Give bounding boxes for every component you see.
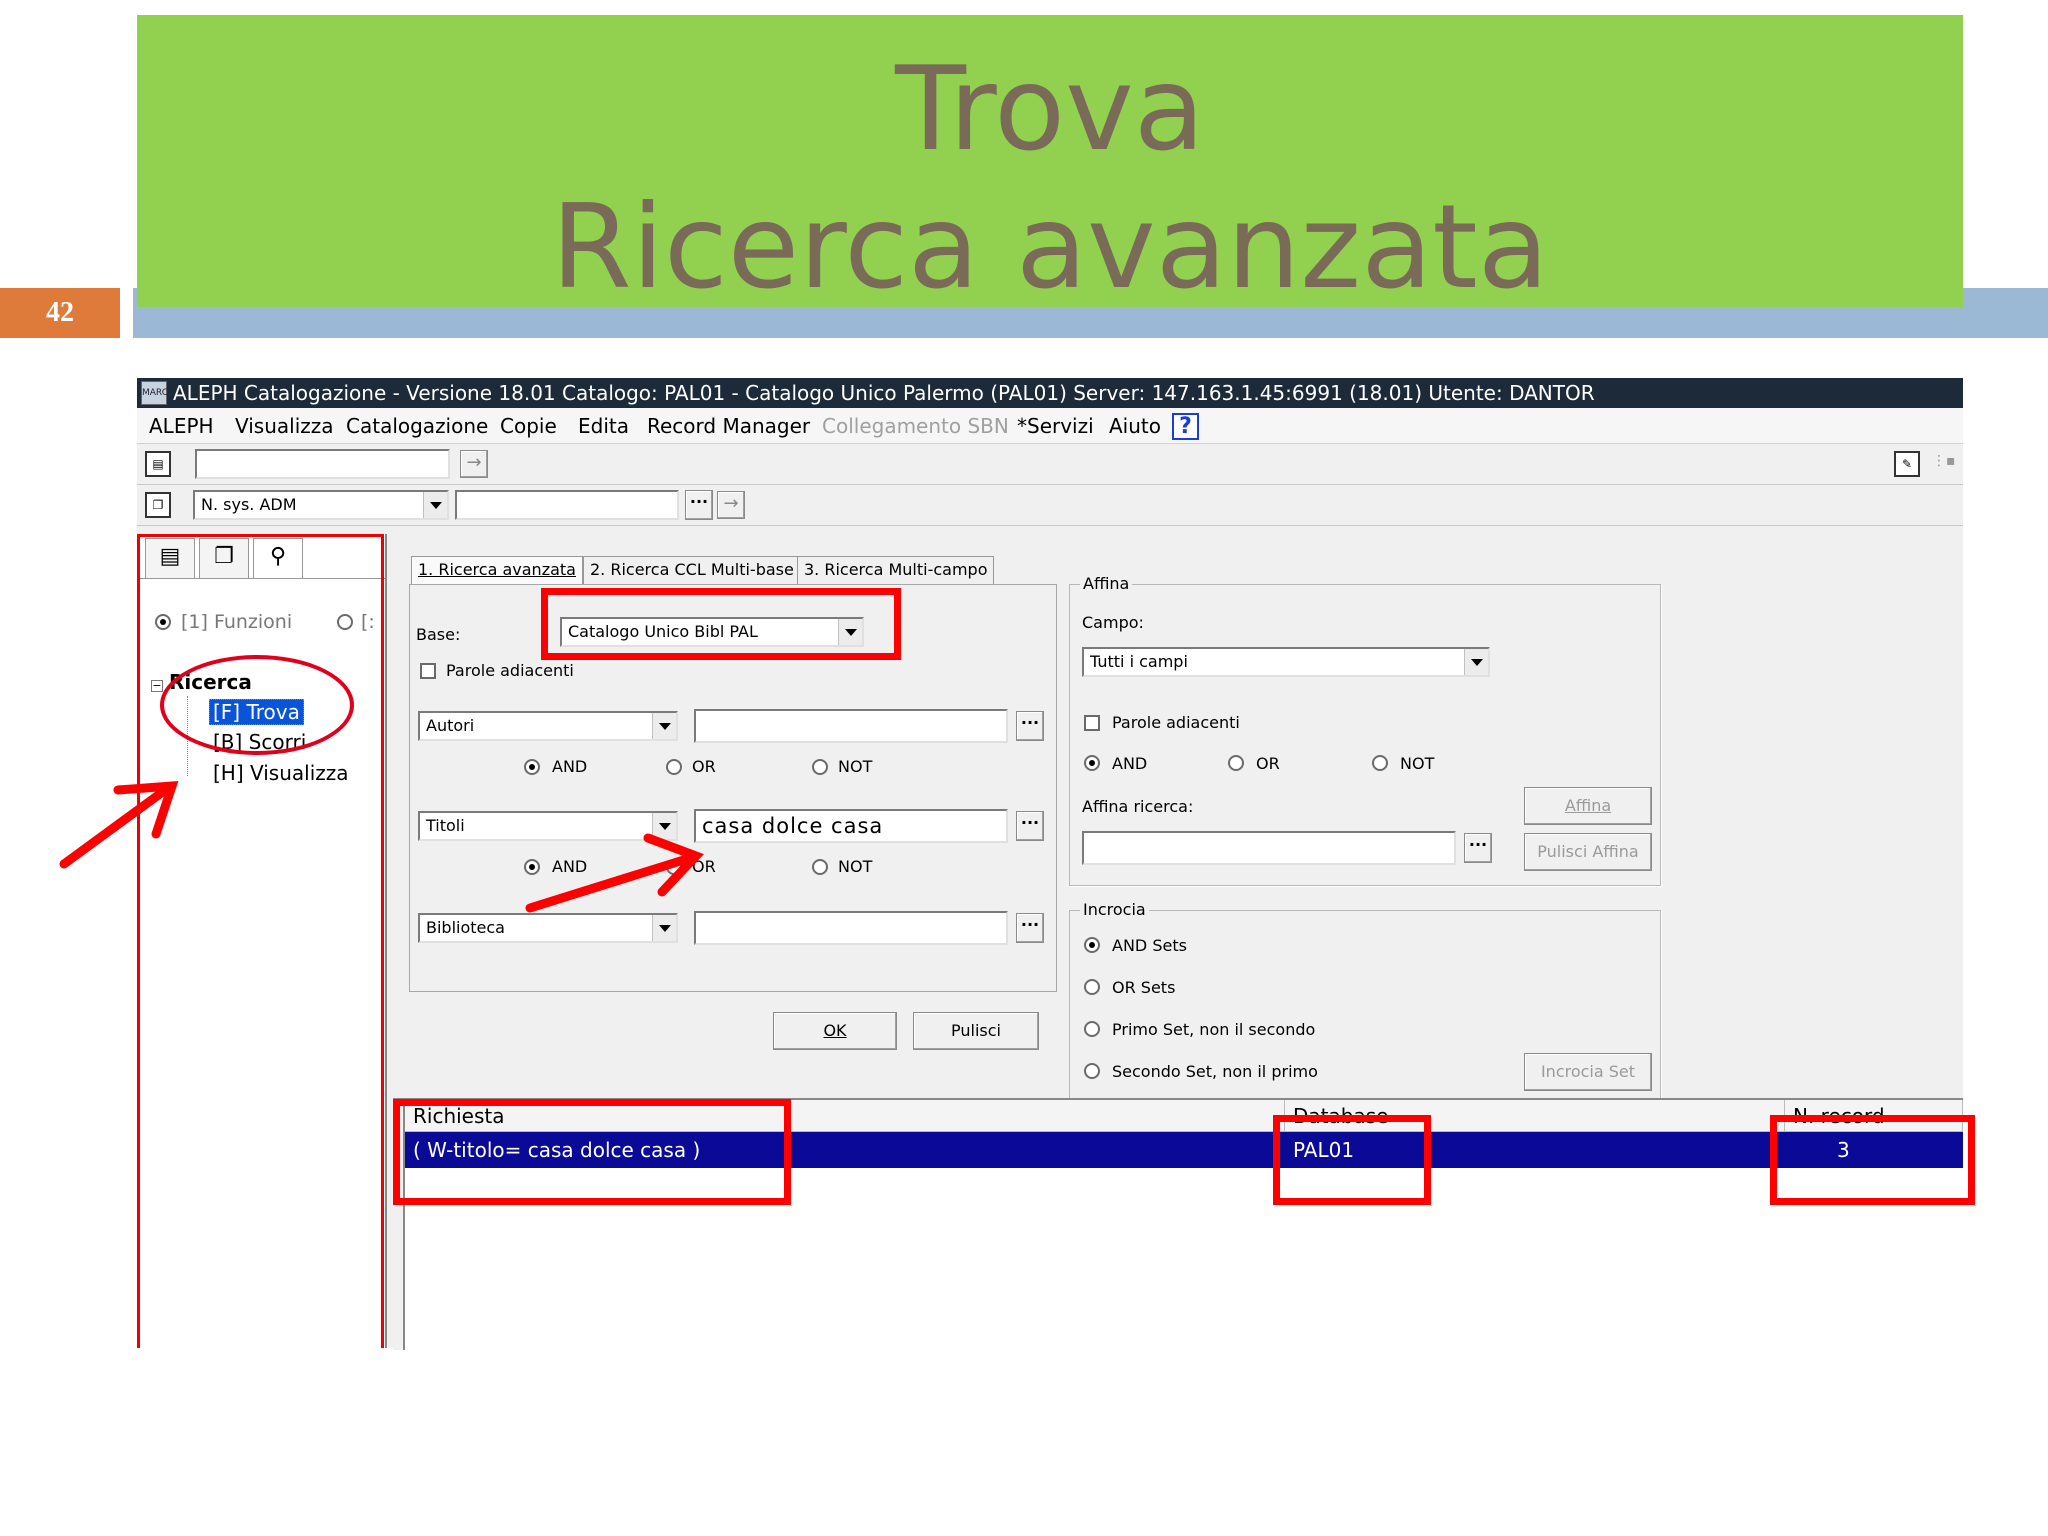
annotation-arrow-field [525,833,704,913]
annotation-arrow-left [59,781,179,869]
annotation-arrows [59,781,704,913]
